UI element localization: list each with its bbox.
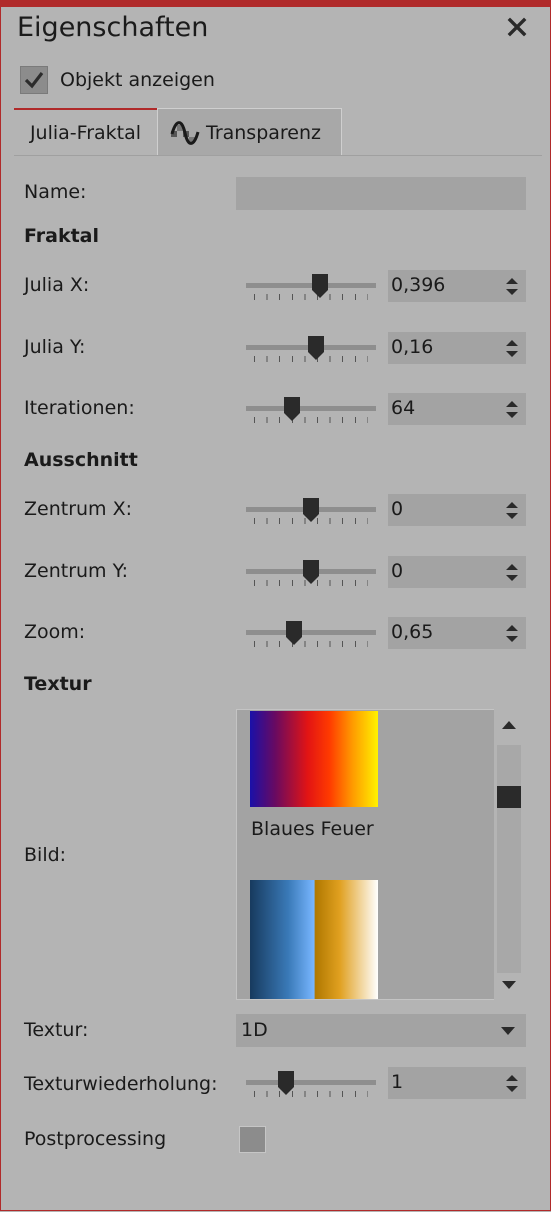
slider-ticks [254, 1091, 368, 1097]
slider-thumb[interactable] [303, 560, 319, 584]
gradient-name-label: Blaues Feuer [251, 818, 374, 840]
texture-repeat-label: Texturwiederholung: [24, 1073, 218, 1095]
texture-repeat-slider[interactable] [246, 1067, 376, 1099]
slider-thumb[interactable] [303, 498, 319, 522]
julia-y-label: Julia Y: [24, 336, 86, 358]
scrollbar-track[interactable] [497, 745, 521, 973]
spin-arrows-icon[interactable] [504, 621, 520, 645]
julia-y-slider[interactable] [246, 332, 376, 364]
tab-transparency-label: Transparenz [206, 121, 322, 144]
center-x-value[interactable]: 0 [391, 498, 403, 520]
iterations-slider[interactable] [246, 393, 376, 425]
postprocessing-checkbox[interactable] [239, 1126, 266, 1153]
slider-track [246, 1080, 376, 1085]
transparency-wave-icon [170, 120, 200, 145]
center-y-label: Zentrum Y: [24, 560, 129, 582]
name-input[interactable] [236, 177, 526, 210]
chevron-down-icon [501, 1027, 515, 1035]
tab-transparency[interactable]: Transparenz [157, 108, 342, 156]
section-fractal-heading: Fraktal [24, 225, 100, 247]
slider-track [246, 630, 376, 635]
scroll-up-arrow-icon[interactable] [500, 719, 518, 731]
center-y-slider[interactable] [246, 556, 376, 588]
julia-x-label: Julia X: [24, 274, 90, 296]
slider-thumb[interactable] [312, 274, 329, 298]
slider-ticks [254, 641, 368, 647]
tab-julia-fractal-label: Julia-Fraktal [29, 122, 142, 144]
texture-dropdown[interactable]: 1D [236, 1014, 526, 1047]
spin-arrows-icon[interactable] [504, 397, 520, 421]
center-x-label: Zentrum X: [24, 498, 133, 520]
center-x-spinbox[interactable]: 0 [388, 494, 526, 526]
postprocessing-label: Postprocessing [24, 1128, 167, 1150]
zoom-spinbox[interactable]: 0,65 [388, 617, 526, 649]
panel-title: Eigenschaften [17, 12, 209, 43]
slider-thumb[interactable] [277, 1071, 294, 1095]
section-crop-heading: Ausschnitt [24, 449, 138, 471]
section-texture-heading: Textur [24, 673, 92, 695]
center-y-value[interactable]: 0 [391, 560, 403, 582]
image-picker-list[interactable]: Blaues Feuer [236, 709, 526, 1000]
slider-track [246, 283, 376, 288]
julia-x-spinbox[interactable]: 0,396 [388, 270, 526, 302]
spin-arrows-icon[interactable] [504, 274, 520, 298]
checkmark-icon [24, 72, 44, 89]
tab-divider [14, 155, 542, 156]
iterations-label: Iterationen: [24, 397, 135, 419]
iterations-value[interactable]: 64 [391, 397, 415, 419]
image-picker-scrollbar[interactable] [494, 709, 526, 1000]
spin-arrows-icon[interactable] [504, 1071, 520, 1095]
zoom-slider[interactable] [246, 617, 376, 649]
spin-arrows-icon[interactable] [504, 560, 520, 584]
texture-repeat-value[interactable]: 1 [391, 1071, 403, 1093]
image-label: Bild: [24, 844, 67, 866]
show-object-checkbox[interactable] [20, 66, 48, 94]
slider-ticks [254, 294, 368, 300]
close-icon [507, 17, 527, 37]
zoom-value[interactable]: 0,65 [391, 621, 433, 643]
julia-x-value[interactable]: 0,396 [391, 274, 445, 296]
julia-y-value[interactable]: 0,16 [391, 336, 433, 358]
julia-y-spinbox[interactable]: 0,16 [388, 332, 526, 364]
slider-thumb[interactable] [285, 621, 302, 645]
gradient-thumbnail[interactable] [250, 880, 378, 999]
slider-thumb[interactable] [283, 397, 300, 421]
zoom-label: Zoom: [24, 621, 86, 643]
spin-arrows-icon[interactable] [504, 336, 520, 360]
center-y-spinbox[interactable]: 0 [388, 556, 526, 588]
gradient-thumbnail-blaues-feuer[interactable] [250, 711, 378, 807]
texture-selected-value: 1D [241, 1019, 268, 1041]
spin-arrows-icon[interactable] [504, 498, 520, 522]
slider-ticks [254, 417, 368, 423]
scroll-down-arrow-icon[interactable] [500, 979, 518, 991]
show-object-label: Objekt anzeigen [60, 69, 215, 91]
name-label: Name: [24, 181, 87, 203]
julia-x-slider[interactable] [246, 270, 376, 302]
scrollbar-thumb[interactable] [497, 786, 521, 809]
center-x-slider[interactable] [246, 494, 376, 526]
slider-track [246, 406, 376, 411]
tab-julia-fractal[interactable]: Julia-Fraktal [14, 108, 157, 156]
texture-label: Textur: [24, 1019, 89, 1041]
slider-thumb[interactable] [307, 336, 324, 360]
close-button[interactable] [504, 14, 530, 40]
iterations-spinbox[interactable]: 64 [388, 393, 526, 425]
texture-repeat-spinbox[interactable]: 1 [388, 1067, 526, 1099]
show-object-toggle[interactable]: Objekt anzeigen [20, 64, 215, 96]
